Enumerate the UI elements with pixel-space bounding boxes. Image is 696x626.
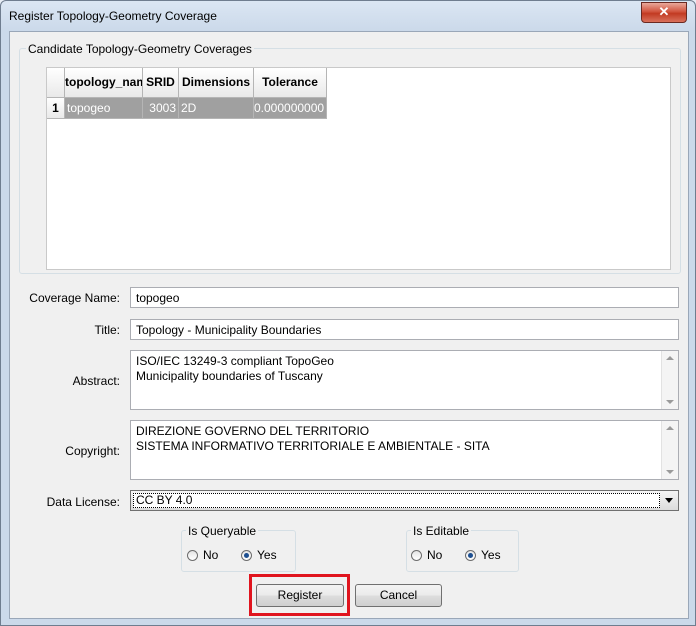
dialog-window: Register Topology-Geometry Coverage ✕ Ca… [0,0,696,626]
dialog-client-area: Candidate Topology-Geometry Coverages to… [9,31,689,619]
cell-topology-name[interactable]: topogeo [65,98,143,119]
editable-yes-label[interactable]: Yes [481,548,501,562]
editable-group-title: Is Editable [411,524,472,538]
data-license-label: Data License: [46,495,120,509]
register-button[interactable]: Register [256,584,344,607]
cell-dimensions[interactable]: 2D [179,98,254,119]
coverage-name-input[interactable]: topogeo [130,287,679,308]
scroll-up-icon[interactable] [666,356,674,360]
editable-no-label[interactable]: No [427,548,442,562]
grid-corner-header [47,68,65,98]
scroll-up-icon[interactable] [666,426,674,430]
cancel-button[interactable]: Cancel [355,584,442,607]
close-button[interactable]: ✕ [641,2,687,23]
abstract-textarea[interactable]: ISO/IEC 13249-3 compliant TopoGeo Munici… [130,350,679,410]
abstract-text: ISO/IEC 13249-3 compliant TopoGeo Munici… [136,354,334,383]
cell-tolerance[interactable]: 0.000000000 [254,98,327,119]
title-bar[interactable]: Register Topology-Geometry Coverage ✕ [1,1,695,31]
radio-selected-dot [244,553,249,558]
queryable-no-label[interactable]: No [203,548,218,562]
title-input[interactable]: Topology - Municipality Boundaries [130,319,679,340]
abstract-scrollbar[interactable] [661,351,678,409]
data-license-select[interactable]: CC BY 4.0 [130,490,679,511]
copyright-textarea[interactable]: DIREZIONE GOVERNO DEL TERRITORIO SISTEMA… [130,420,679,480]
chevron-down-icon [665,498,673,503]
column-header-dimensions[interactable]: Dimensions [179,68,254,98]
radio-selected-dot [468,553,473,558]
editable-no-radio[interactable] [411,550,422,561]
copyright-scrollbar[interactable] [661,421,678,479]
abstract-label: Abstract: [72,374,120,388]
window-title: Register Topology-Geometry Coverage [9,9,217,23]
column-header-tolerance[interactable]: Tolerance [254,68,327,98]
data-license-value: CC BY 4.0 [133,493,660,508]
queryable-group-title: Is Queryable [186,524,259,538]
cell-srid[interactable]: 3003 [143,98,179,119]
queryable-yes-radio[interactable] [241,550,252,561]
row-header[interactable]: 1 [47,98,65,119]
candidates-grid[interactable]: topology_name SRID Dimensions Tolerance … [46,67,671,270]
title-label: Title: [94,323,120,337]
copyright-text: DIREZIONE GOVERNO DEL TERRITORIO SISTEMA… [136,424,490,453]
scroll-down-icon[interactable] [666,470,674,474]
copyright-label: Copyright: [65,444,120,458]
queryable-yes-label[interactable]: Yes [257,548,277,562]
data-license-dropdown-button[interactable] [662,493,676,508]
column-header-srid[interactable]: SRID [143,68,179,98]
close-icon: ✕ [658,4,670,19]
coverage-name-label: Coverage Name: [29,291,120,305]
queryable-no-radio[interactable] [187,550,198,561]
scroll-down-icon[interactable] [666,400,674,404]
editable-yes-radio[interactable] [465,550,476,561]
candidates-group-title: Candidate Topology-Geometry Coverages [26,42,254,56]
column-header-topology-name[interactable]: topology_name [65,68,143,98]
